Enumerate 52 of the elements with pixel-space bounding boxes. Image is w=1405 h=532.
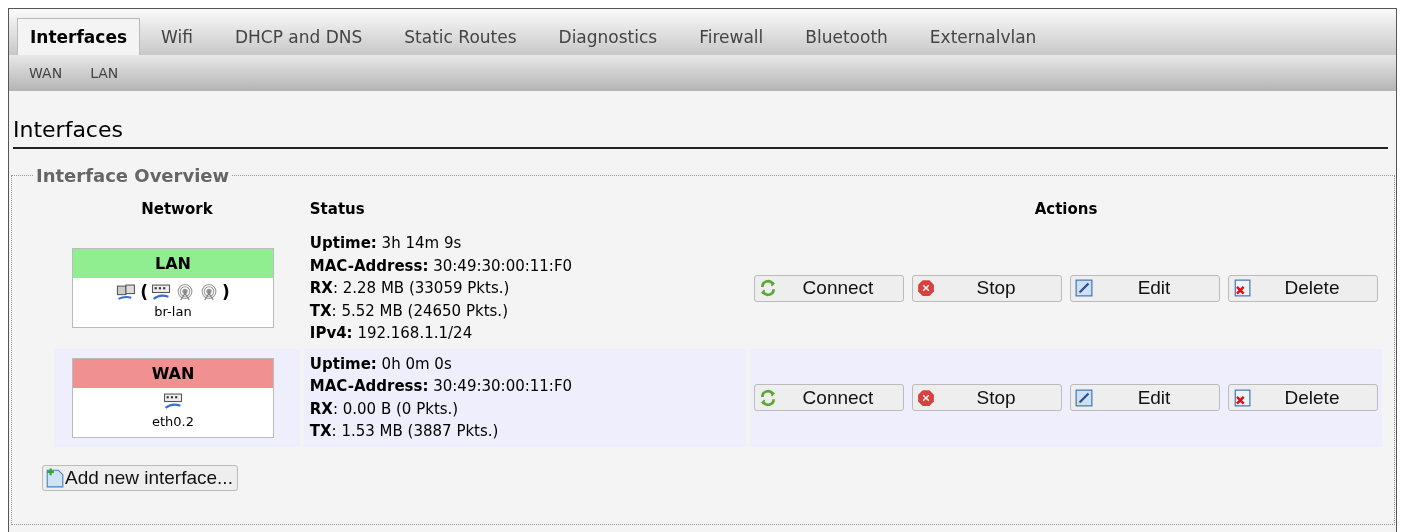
ethernet-port-icon (162, 393, 184, 410)
network-name: LAN (73, 249, 273, 279)
nav-tab[interactable]: Externalvlan (908, 21, 1058, 55)
delete-icon (1233, 388, 1251, 407)
add-interface-button[interactable]: Add new interface... (42, 464, 238, 491)
connect-button[interactable]: Connect (754, 274, 904, 302)
nav-tab[interactable]: DHCP and DNS (213, 21, 384, 55)
status-line: Uptime: 3h 14m 9s (309, 233, 463, 254)
nav-tab[interactable]: Firewall (678, 21, 785, 55)
sub-tab[interactable]: LAN (76, 65, 133, 81)
status-line: IPv4: 192.168.1.1/24 (309, 323, 474, 344)
column-header: Actions (1034, 200, 1098, 218)
edit-button[interactable]: Edit (1070, 384, 1220, 411)
connect-button[interactable]: Connect (754, 384, 904, 411)
paren: ) (222, 282, 230, 303)
status-line: TX: 5.52 MB (24650 Pkts.) (309, 300, 509, 322)
status-line: RX: 0.00 B (0 Pkts.) (309, 398, 460, 420)
status-line: TX: 1.53 MB (3887 Pkts.) (309, 421, 500, 442)
status-line: MAC-Address: 30:49:30:00:11:F0 (309, 376, 574, 397)
stop-icon (917, 388, 935, 407)
refresh-icon (759, 388, 777, 407)
delete-icon (1233, 279, 1251, 298)
status-line: Uptime: 0h 0m 0s (309, 353, 453, 375)
wireless-icon (198, 283, 220, 301)
nav-tab[interactable]: Static Routes (383, 21, 538, 55)
edit-icon (1075, 279, 1093, 298)
device-name: br-lan (153, 303, 193, 322)
nav-tab[interactable]: Diagnostics (537, 21, 679, 55)
status-line: MAC-Address: 30:49:30:00:11:F0 (309, 255, 574, 277)
page-title: Interfaces (13, 117, 1388, 149)
edit-button[interactable]: Edit (1070, 274, 1220, 302)
delete-button[interactable]: Delete (1228, 384, 1378, 411)
status-line: RX: 2.28 MB (33059 Pkts.) (309, 278, 511, 299)
device-name: eth0.2 (151, 412, 195, 431)
column-header: Network (141, 200, 213, 218)
ethernet-port-icon (150, 283, 172, 301)
nav-tab[interactable]: Interfaces (17, 18, 141, 55)
section-legend: Interface Overview (34, 165, 232, 186)
nav-tab[interactable]: Wifi (140, 21, 214, 55)
network-name: WAN (73, 358, 273, 388)
nav-tab[interactable]: Bluetooth (784, 21, 909, 55)
column-header: Status (309, 200, 365, 218)
stop-button[interactable]: Stop (912, 384, 1062, 411)
refresh-icon (759, 279, 777, 298)
paren: ( (140, 282, 148, 303)
sub-tab[interactable]: WAN (15, 65, 77, 81)
wireless-icon (174, 283, 196, 301)
delete-button[interactable]: Delete (1228, 274, 1378, 302)
stop-button[interactable]: Stop (912, 274, 1062, 302)
new-document-icon (45, 467, 65, 488)
stop-icon (917, 279, 935, 298)
edit-icon (1075, 388, 1093, 407)
